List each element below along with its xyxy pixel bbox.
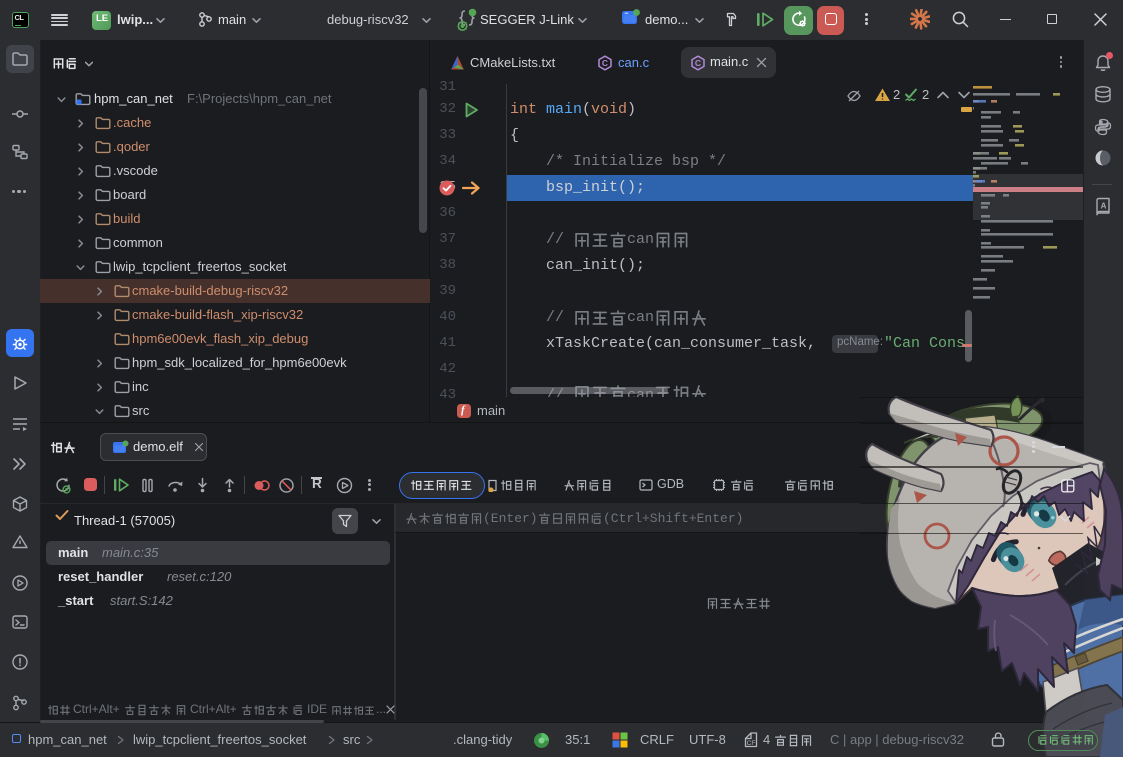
svg-text:CF: CF	[747, 740, 756, 747]
svg-text:C: C	[695, 58, 701, 68]
svg-text:A: A	[1101, 202, 1107, 211]
svg-text:C: C	[602, 58, 608, 68]
